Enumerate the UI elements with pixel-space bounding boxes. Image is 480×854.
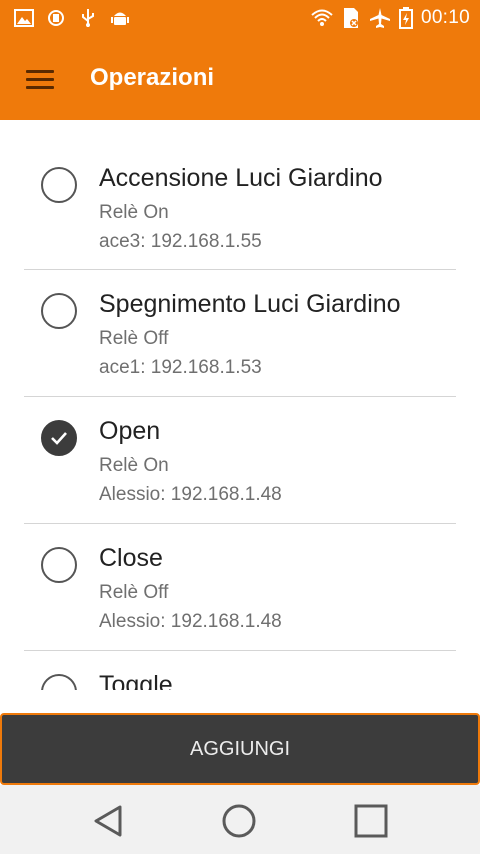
radio-button[interactable] (41, 167, 77, 203)
operation-title: Toggle (99, 671, 173, 690)
operations-list[interactable]: Accensione Luci Giardino Relè On ace3: 1… (0, 120, 480, 690)
wifi-icon (311, 9, 333, 26)
status-notification-icons (14, 8, 130, 28)
airplane-icon (369, 8, 390, 28)
list-item[interactable]: Open Relè On Alessio: 192.168.1.48 (0, 397, 480, 524)
sync-icon (48, 10, 64, 26)
operation-title: Open (99, 417, 161, 445)
list-item[interactable]: Close Relè Off Alessio: 192.168.1.48 (0, 524, 480, 651)
status-time: 00:10 (420, 7, 470, 28)
hamburger-menu-icon[interactable] (22, 63, 62, 95)
android-icon (111, 12, 129, 25)
operation-subtitle: Relè Off (99, 582, 169, 603)
radio-button[interactable] (41, 674, 77, 690)
radio-button-checked[interactable] (41, 420, 77, 456)
operation-detail: Alessio: 192.168.1.48 (99, 484, 282, 505)
app-bar: Operazioni (0, 38, 480, 120)
list-item[interactable]: Toggle (0, 651, 480, 690)
battery-charging-icon (398, 7, 413, 29)
checkmark-icon (51, 432, 67, 445)
operation-subtitle: Relè On (99, 202, 169, 223)
operation-subtitle: Relè On (99, 455, 169, 476)
list-item[interactable]: Accensione Luci Giardino Relè On ace3: 1… (0, 144, 480, 271)
operation-detail: ace1: 192.168.1.53 (99, 357, 262, 378)
page-title: Operazioni (90, 64, 215, 91)
operation-detail: Alessio: 192.168.1.48 (99, 611, 282, 632)
sd-card-icon (343, 8, 358, 28)
status-bar: 00:10 (0, 0, 480, 38)
operation-title: Spegnimento Luci Giardino (99, 290, 401, 318)
recents-icon[interactable] (351, 801, 391, 841)
home-icon[interactable] (219, 801, 259, 841)
operation-title: Close (99, 544, 163, 572)
usb-icon (82, 9, 94, 27)
image-icon (14, 9, 34, 27)
operation-subtitle: Relè Off (99, 328, 169, 349)
radio-button[interactable] (41, 293, 77, 329)
status-system-icons: 00:10 (311, 7, 470, 29)
add-button[interactable]: AGGIUNGI (0, 713, 480, 785)
operation-detail: ace3: 192.168.1.55 (99, 231, 262, 252)
back-icon[interactable] (88, 801, 128, 841)
navigation-bar (0, 785, 480, 854)
radio-button[interactable] (41, 547, 77, 583)
operation-title: Accensione Luci Giardino (99, 164, 383, 192)
list-item[interactable]: Spegnimento Luci Giardino Relè Off ace1:… (0, 270, 480, 397)
